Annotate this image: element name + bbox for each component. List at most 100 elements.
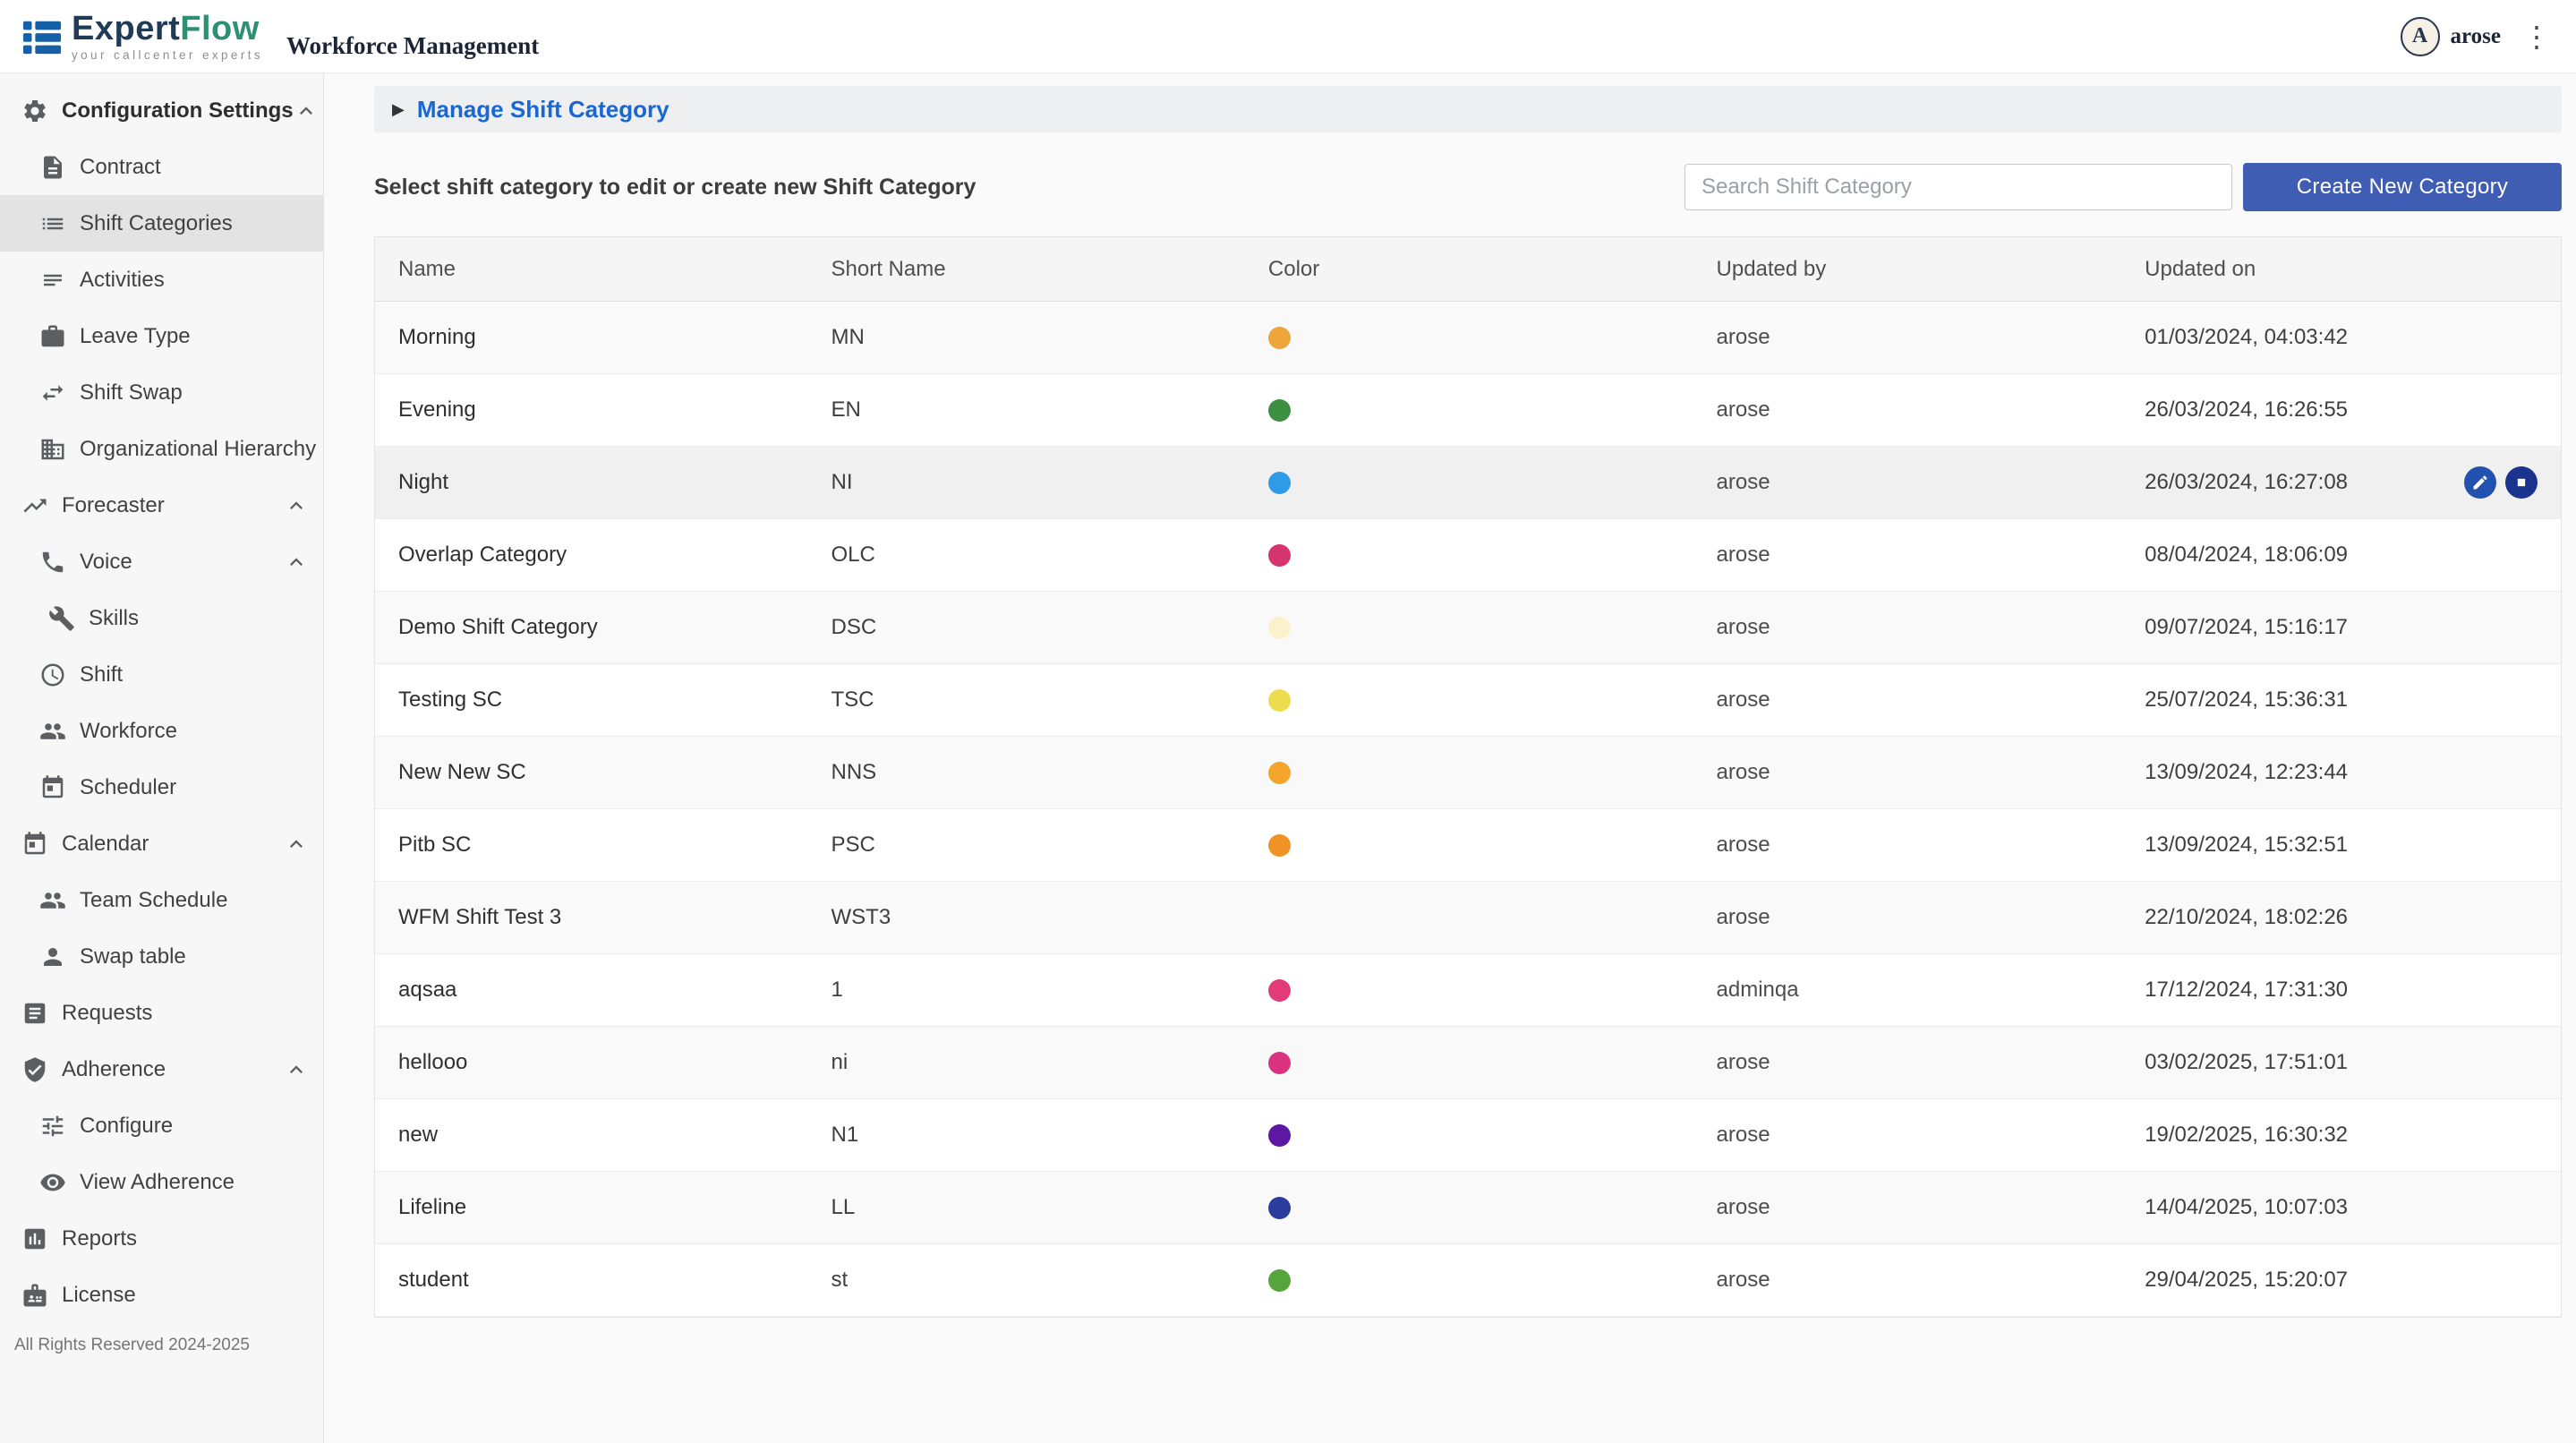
stop-category-button[interactable] [2505,466,2538,499]
category-name: WFM Shift Test 3 [375,905,808,930]
sidebar-item-configure[interactable]: Configure [0,1097,323,1154]
search-input[interactable] [1685,164,2232,210]
sidebar-item-skills[interactable]: Skills [0,590,323,646]
avatar[interactable]: A [2401,17,2440,56]
column-header-color: Color [1245,257,1693,282]
sidebar-item-requests[interactable]: Requests [0,985,323,1041]
chevron-up-icon[interactable] [284,493,309,518]
chevron-up-icon[interactable] [284,832,309,857]
sidebar-item-shift[interactable]: Shift [0,646,323,703]
panel-title[interactable]: Manage Shift Category [417,96,670,124]
sidebar-item-label: View Adherence [80,1170,235,1195]
sidebar-item-reports[interactable]: Reports [0,1210,323,1267]
chevron-up-icon[interactable] [284,550,309,575]
updated-by: adminqa [1693,978,2122,1003]
sidebar-item-voice[interactable]: Voice [0,534,323,590]
sidebar-item-workforce[interactable]: Workforce [0,703,323,759]
sidebar-item-label: Activities [80,268,165,293]
manage-shift-category-panel-header[interactable]: ▶ Manage Shift Category [374,86,2562,132]
sidebar-item-adherence[interactable]: Adherence [0,1041,323,1097]
sidebar-item-scheduler[interactable]: Scheduler [0,759,323,815]
kebab-menu-icon[interactable]: ⋮ [2522,22,2551,51]
sidebar-item-leave-type[interactable]: Leave Type [0,308,323,364]
category-color-cell [1245,687,1693,713]
sidebar-item-label: Calendar [62,832,149,857]
copyright-text: All Rights Reserved 2024-2025 [14,1336,250,1355]
category-name: Overlap Category [375,542,808,568]
table-row[interactable]: Pitb SC PSC arose 13/09/2024, 15:32:51 [375,809,2561,882]
chevron-up-icon[interactable] [284,1057,309,1082]
category-short-name: DSC [808,615,1245,640]
category-short-name: MN [808,325,1245,350]
updated-on: 13/09/2024, 15:32:51 [2121,832,2561,858]
table-row[interactable]: Lifeline LL arose 14/04/2025, 10:07:03 [375,1172,2561,1244]
sidebar-item-activities[interactable]: Activities [0,252,323,308]
color-dot [1268,907,1291,929]
updated-by: arose [1693,542,2122,568]
expand-triangle-icon[interactable]: ▶ [392,100,405,119]
category-color-cell [1245,1268,1693,1293]
table-row[interactable]: Overlap Category OLC arose 08/04/2024, 1… [375,519,2561,592]
sidebar-item-shift-categories[interactable]: Shift Categories [0,195,323,252]
table-row[interactable]: Testing SC TSC arose 25/07/2024, 15:36:3… [375,664,2561,737]
updated-by: arose [1693,905,2122,930]
category-color-cell [1245,760,1693,785]
table-row[interactable]: New New SC NNS arose 13/09/2024, 12:23:4… [375,737,2561,809]
category-short-name: ni [808,1050,1245,1075]
table-row[interactable]: Morning MN arose 01/03/2024, 04:03:42 [375,302,2561,374]
category-short-name: 1 [808,978,1245,1003]
pencil-icon [2471,474,2489,491]
create-new-category-button[interactable]: Create New Category [2243,163,2562,211]
sidebar-item-configuration-settings[interactable]: Configuration Settings [0,82,323,139]
updated-on: 08/04/2024, 18:06:09 [2121,542,2561,568]
bar-chart-icon [21,1225,48,1252]
edit-category-button[interactable] [2464,466,2496,499]
sidebar-item-forecaster[interactable]: Forecaster [0,477,323,534]
main-content: ▶ Manage Shift Category Select shift cat… [324,73,2576,1443]
sidebar-item-swap-table[interactable]: Swap table [0,928,323,985]
sidebar-item-contract[interactable]: Contract [0,139,323,195]
eye-icon [39,1169,66,1196]
updated-by: arose [1693,470,2122,495]
table-row[interactable]: new N1 arose 19/02/2025, 16:30:32 [375,1099,2561,1172]
sidebar-item-license[interactable]: License [0,1267,323,1323]
table-row[interactable]: student st arose 29/04/2025, 15:20:07 [375,1244,2561,1317]
table-row[interactable]: Evening EN arose 26/03/2024, 16:26:55 [375,374,2561,447]
id-card-icon [21,1282,48,1309]
table-row[interactable]: WFM Shift Test 3 WST3 arose 22/10/2024, … [375,882,2561,954]
sidebar-item-label: Swap table [80,944,186,969]
calendar-icon [39,774,66,801]
expertflow-logo[interactable]: ExpertFlow your callcenter experts [21,12,263,62]
sidebar-item-team-schedule[interactable]: Team Schedule [0,872,323,928]
sidebar-item-view-adherence[interactable]: View Adherence [0,1154,323,1210]
sidebar-item-shift-swap[interactable]: Shift Swap [0,364,323,421]
chevron-up-icon[interactable] [294,98,319,124]
wrench-icon [48,605,75,632]
table-row[interactable]: hellooo ni arose 03/02/2025, 17:51:01 [375,1027,2561,1099]
table-row[interactable]: Demo Shift Category DSC arose 09/07/2024… [375,592,2561,664]
trend-chart-icon [21,492,48,519]
calendar-icon [21,831,48,858]
color-dot [1268,1052,1291,1074]
category-short-name: NNS [808,760,1245,785]
color-dot [1268,544,1291,567]
table-row[interactable]: aqsaa 1 adminqa 17/12/2024, 17:31:30 [375,954,2561,1027]
sidebar-item-label: Organizational Hierarchy [80,437,316,462]
color-dot [1268,1197,1291,1219]
expertflow-logo-icon [21,16,63,57]
clock-icon [39,662,66,688]
updated-by: arose [1693,1195,2122,1220]
sidebar-item-organizational-hierarchy[interactable]: Organizational Hierarchy [0,421,323,477]
color-dot [1268,1269,1291,1292]
category-color-cell [1245,397,1693,423]
table-row[interactable]: Night NI arose 26/03/2024, 16:27:08 [375,447,2561,519]
list-icon [39,210,66,237]
category-color-cell [1245,542,1693,568]
color-dot [1268,399,1291,422]
updated-by: arose [1693,397,2122,423]
shield-check-icon [21,1056,48,1083]
sidebar-item-calendar[interactable]: Calendar [0,815,323,872]
updated-on: 14/04/2025, 10:07:03 [2121,1195,2561,1220]
category-color-cell [1245,905,1693,930]
category-color-cell [1245,832,1693,858]
